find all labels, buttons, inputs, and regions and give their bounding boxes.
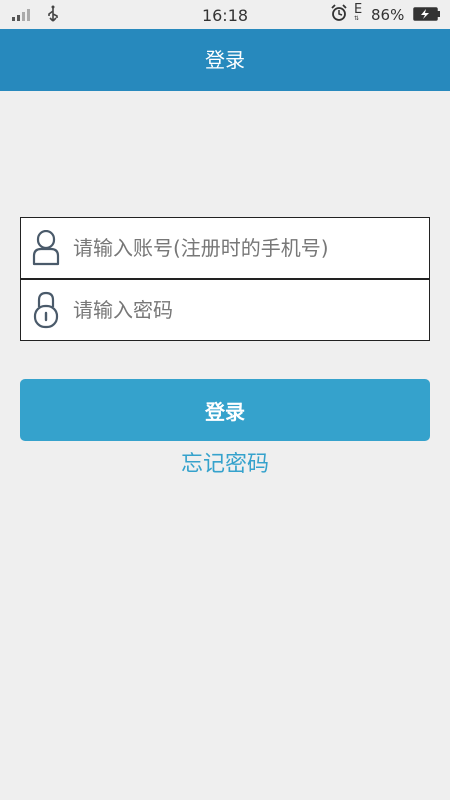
user-icon — [21, 218, 71, 278]
lock-icon — [21, 280, 71, 340]
battery-percent: 86% — [371, 6, 405, 24]
forgot-password-link[interactable]: 忘记密码 — [0, 446, 450, 478]
header-bar: 登录 — [0, 29, 450, 91]
password-input[interactable] — [71, 297, 415, 323]
status-bar: 16:18 E ⇅ 86% — [0, 0, 450, 29]
account-field-row — [21, 218, 429, 278]
battery-charging-icon — [413, 7, 441, 25]
login-button-label: 登录 — [205, 399, 245, 424]
page-title: 登录 — [205, 48, 245, 72]
login-form — [20, 217, 430, 341]
network-type-indicator: E ⇅ — [354, 3, 362, 22]
login-button[interactable]: 登录 — [20, 379, 430, 441]
password-field-row — [21, 280, 429, 340]
alarm-icon — [330, 4, 348, 26]
account-input[interactable] — [71, 235, 415, 261]
